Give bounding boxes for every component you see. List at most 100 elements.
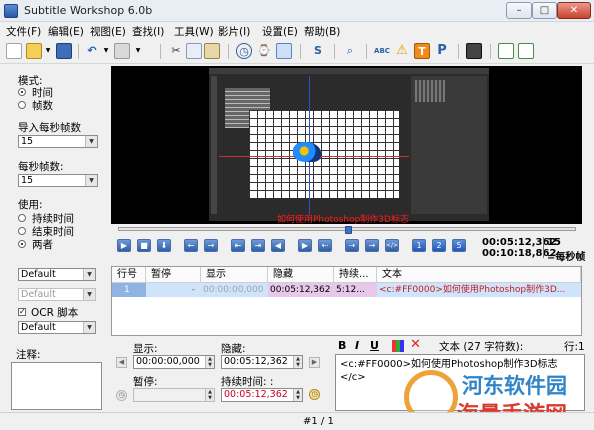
maximize-button[interactable]: □ bbox=[532, 2, 557, 19]
chevron-down-icon: ▼ bbox=[83, 322, 95, 333]
subtitle-list[interactable]: 行号 暂停 显示 隐藏 持续... 文本 1 - 00:00:00,000 00… bbox=[111, 266, 582, 336]
play-button[interactable]: ▶ bbox=[117, 239, 131, 252]
seek-thumb[interactable] bbox=[345, 226, 352, 234]
chevron-down-icon: ▼ bbox=[83, 289, 95, 300]
clock-icon[interactable]: ◷ bbox=[236, 43, 252, 59]
col-header-text[interactable]: 文本 bbox=[377, 267, 581, 283]
mode-frames-radio[interactable] bbox=[18, 101, 26, 109]
prev-arrow-icon[interactable]: ◀ bbox=[116, 357, 127, 368]
row-pause: - bbox=[191, 285, 195, 295]
video-preview[interactable]: 如何使用Photoshop制作3D标志 bbox=[111, 66, 582, 224]
export-icon[interactable] bbox=[518, 43, 534, 59]
col-header-pause[interactable]: 暂停 bbox=[146, 267, 201, 283]
underline-button[interactable]: U bbox=[370, 339, 379, 352]
italic-button[interactable]: I bbox=[355, 339, 359, 352]
translate-icon[interactable]: S bbox=[310, 43, 326, 59]
clock-icon[interactable]: ◷ bbox=[116, 390, 127, 401]
col-header-show[interactable]: 显示 bbox=[201, 267, 268, 283]
speed-1-button[interactable]: 1 bbox=[412, 239, 426, 252]
comment-icon[interactable] bbox=[276, 43, 292, 59]
ocr-style-select[interactable]: Default ▼ bbox=[18, 321, 96, 334]
ocr-label: OCR 脚本 bbox=[31, 307, 79, 319]
show-time-field[interactable]: 00:00:00,000 ▲ ▼ bbox=[133, 355, 215, 369]
menu-settings[interactable]: 设置(E) bbox=[262, 24, 298, 39]
table-row[interactable]: 1 - 00:00:00,000 00:05:12,362 5:12... <c… bbox=[112, 283, 581, 297]
col-header-duration[interactable]: 持续... bbox=[334, 267, 377, 283]
open-icon[interactable] bbox=[26, 43, 42, 59]
menu-movie[interactable]: 影片(I) bbox=[218, 24, 250, 39]
film-icon[interactable] bbox=[466, 43, 482, 59]
info-icon[interactable] bbox=[498, 43, 514, 59]
menu-edit[interactable]: 编辑(E) bbox=[48, 24, 84, 39]
row-hide: 00:05:12,362 bbox=[268, 283, 334, 297]
bold-button[interactable]: B bbox=[338, 339, 346, 352]
text-t-icon[interactable]: T bbox=[414, 43, 430, 59]
remove-tags-icon[interactable]: ✕ bbox=[410, 337, 421, 352]
next-arrow-icon[interactable]: ▶ bbox=[309, 357, 320, 368]
use-both-radio[interactable] bbox=[18, 240, 26, 248]
menu-tools[interactable]: 工具(W) bbox=[174, 24, 214, 39]
col-header-hide[interactable]: 隐藏 bbox=[268, 267, 334, 283]
show-time-value: 00:00:00,000 bbox=[136, 356, 200, 367]
use-duration-radio[interactable] bbox=[18, 214, 26, 222]
search-icon[interactable]: ⌕ bbox=[342, 43, 358, 59]
speed-5-button[interactable]: 5 bbox=[452, 239, 466, 252]
timer-icon[interactable]: ◷ bbox=[309, 389, 320, 400]
back-button[interactable]: ◀ bbox=[271, 239, 285, 252]
comment-textarea[interactable] bbox=[11, 362, 102, 410]
spin-icon[interactable]: ▲ ▼ bbox=[205, 356, 214, 368]
dropdown-icon[interactable]: ▼ bbox=[44, 43, 52, 59]
col-header-num[interactable]: 行号 bbox=[112, 267, 146, 283]
fps-display: 15 bbox=[547, 237, 561, 248]
fps-select[interactable]: 15 ▼ bbox=[18, 174, 98, 187]
forward-button[interactable]: → bbox=[204, 239, 218, 252]
speed-2-button[interactable]: 2 bbox=[432, 239, 446, 252]
spin-icon[interactable]: ▲ ▼ bbox=[293, 356, 302, 368]
time-icon[interactable]: ⌚ bbox=[256, 43, 272, 59]
mode-time-radio[interactable] bbox=[18, 88, 26, 96]
import-fps-value: 15 bbox=[21, 136, 34, 147]
jump-button[interactable]: ⇢ bbox=[345, 239, 359, 252]
use-end-radio[interactable] bbox=[18, 227, 26, 235]
duration-field[interactable]: 00:05:12,362 ▲ ▼ bbox=[221, 388, 303, 402]
next-subtitle-button[interactable]: ⇥ bbox=[251, 239, 265, 252]
color-palette-icon[interactable] bbox=[392, 340, 404, 352]
menu-help[interactable]: 帮助(B) bbox=[304, 24, 340, 39]
menu-file[interactable]: 文件(F) bbox=[6, 24, 41, 39]
pause-field[interactable]: ▲ ▼ bbox=[133, 388, 215, 402]
spin-icon[interactable]: ▲ ▼ bbox=[293, 389, 302, 401]
hide-time-field[interactable]: 00:05:12,362 ▲ ▼ bbox=[221, 355, 303, 369]
total-time: 00:10:18,862 bbox=[482, 248, 557, 259]
save-icon[interactable] bbox=[56, 43, 72, 59]
menu-search[interactable]: 查找(I) bbox=[132, 24, 164, 39]
ocr-checkbox[interactable]: ✓ bbox=[18, 308, 26, 316]
download-button[interactable]: ⬇ bbox=[157, 239, 171, 252]
undo-icon[interactable]: ↶ bbox=[84, 43, 100, 59]
cut-icon[interactable]: ✂ bbox=[168, 43, 184, 59]
saveas-icon[interactable] bbox=[114, 43, 130, 59]
code-button[interactable]: </> bbox=[385, 239, 399, 252]
ocr-style-value: Default bbox=[21, 322, 56, 333]
rewind-button[interactable]: ← bbox=[184, 239, 198, 252]
stop-button[interactable]: ■ bbox=[137, 239, 151, 252]
style-select[interactable]: Default ▼ bbox=[18, 268, 96, 281]
pascal-p-icon[interactable]: P bbox=[434, 43, 450, 59]
dropdown-icon[interactable]: ▼ bbox=[134, 43, 142, 59]
new-icon[interactable] bbox=[6, 43, 22, 59]
warning-icon[interactable]: ⚠ bbox=[394, 43, 410, 59]
window-title: Subtitle Workshop 6.0b bbox=[24, 4, 153, 17]
goto-button[interactable]: → bbox=[365, 239, 379, 252]
copy-icon[interactable] bbox=[186, 43, 202, 59]
menu-bar: 文件(F) 编辑(E) 视图(E) 查找(I) 工具(W) 影片(I) 设置(E… bbox=[0, 22, 594, 39]
paste-icon[interactable] bbox=[204, 43, 220, 59]
prev-subtitle-button[interactable]: ⇤ bbox=[231, 239, 245, 252]
import-fps-select[interactable]: 15 ▼ bbox=[18, 135, 98, 148]
spin-icon[interactable]: ▲ ▼ bbox=[205, 389, 214, 401]
spellcheck-icon[interactable]: ABC bbox=[374, 43, 390, 59]
minimize-button[interactable]: – bbox=[506, 2, 532, 19]
close-button[interactable]: ✕ bbox=[557, 2, 591, 19]
set-end-button[interactable]: ⇠ bbox=[318, 239, 332, 252]
dropdown-icon[interactable]: ▼ bbox=[102, 43, 110, 59]
menu-view[interactable]: 视图(E) bbox=[90, 24, 126, 39]
set-start-button[interactable]: ▶ bbox=[298, 239, 312, 252]
